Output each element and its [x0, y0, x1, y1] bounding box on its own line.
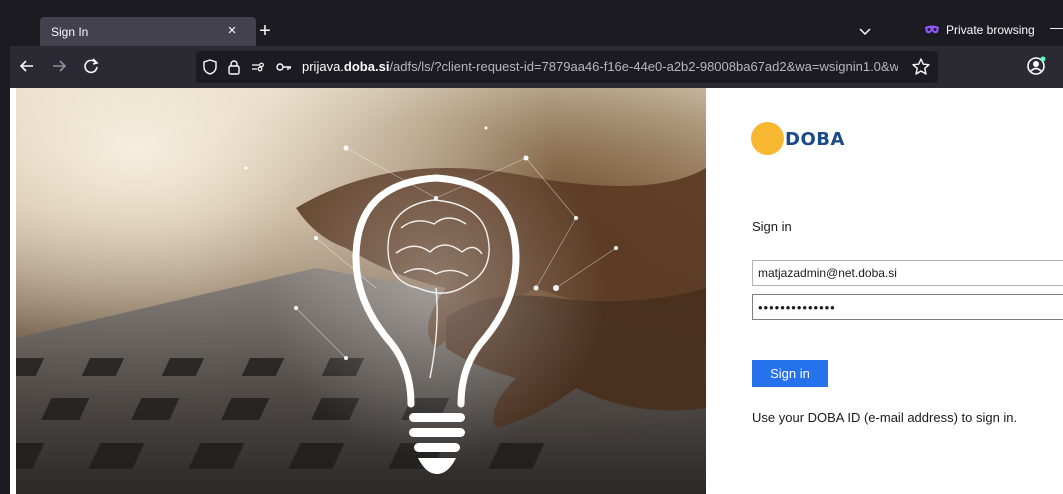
key-icon[interactable]: [276, 59, 292, 75]
navigation-toolbar: prijava.doba.si/adfs/ls/?client-request-…: [10, 46, 1063, 88]
password-field[interactable]: [752, 294, 1063, 320]
username-field[interactable]: [752, 260, 1063, 286]
permissions-icon[interactable]: [250, 59, 266, 75]
bookmark-star-icon[interactable]: [911, 57, 931, 77]
new-tab-button[interactable]: +: [254, 19, 276, 43]
forward-icon[interactable]: [48, 55, 70, 77]
window-titlebar: [0, 0, 1063, 16]
url-text[interactable]: prijava.doba.si/adfs/ls/?client-request-…: [302, 59, 898, 76]
sign-in-heading: Sign in: [752, 219, 792, 234]
lock-icon[interactable]: [226, 59, 242, 75]
window-edge: [0, 16, 10, 494]
logo-text: DOBA: [785, 129, 845, 150]
sign-in-button[interactable]: Sign in: [752, 360, 828, 387]
hero-image: [16, 88, 706, 494]
url-path: /adfs/ls/?client-request-id=7879aa46-f16…: [389, 59, 898, 74]
shield-icon[interactable]: [202, 59, 218, 75]
url-domain: doba.si: [343, 59, 390, 74]
tab-list-chevron-icon[interactable]: [856, 22, 874, 40]
tab-title: Sign In: [51, 25, 89, 39]
hero-illustration: [16, 118, 706, 494]
doba-logo: DOBA: [751, 122, 861, 156]
tab-close-icon[interactable]: ×: [224, 22, 240, 40]
private-browsing-label: Private browsing: [946, 23, 1035, 37]
page-content: DOBA Sign in Sign in Use your DOBA ID (e…: [10, 88, 1063, 494]
url-bar[interactable]: prijava.doba.si/adfs/ls/?client-request-…: [196, 51, 938, 83]
account-icon[interactable]: [1025, 55, 1047, 77]
sign-in-panel: DOBA Sign in Sign in Use your DOBA ID (e…: [706, 88, 1063, 494]
logo-circle: [751, 122, 784, 155]
tab-strip: Sign In × + Private browsing —: [10, 16, 1063, 46]
url-subdomain: prijava.: [302, 59, 344, 74]
private-mask-icon: [924, 24, 940, 34]
private-browsing-indicator: Private browsing: [924, 23, 1035, 37]
help-text: Use your DOBA ID (e-mail address) to sig…: [752, 410, 1018, 425]
back-icon[interactable]: [16, 55, 38, 77]
tab-sign-in[interactable]: Sign In ×: [40, 17, 256, 46]
reload-icon[interactable]: [80, 55, 102, 77]
minimize-button[interactable]: —: [1050, 19, 1063, 35]
